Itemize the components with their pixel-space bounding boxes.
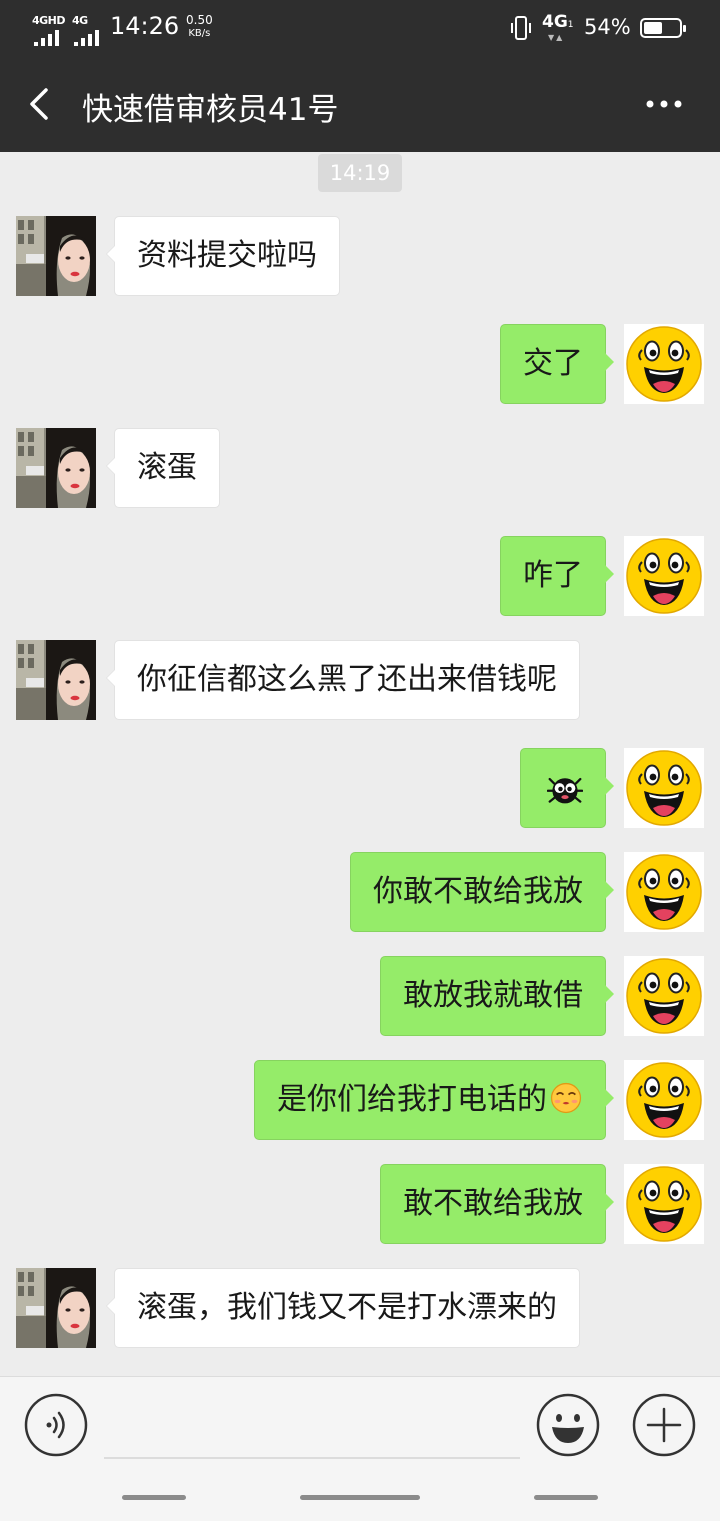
contact-avatar[interactable] — [16, 428, 96, 508]
contact-avatar[interactable] — [16, 1268, 96, 1348]
bug-emoji-icon — [547, 771, 583, 807]
message-bubble[interactable]: 资料提交啦吗 — [106, 216, 340, 296]
message-bubble[interactable]: 交了 — [500, 324, 614, 404]
message-sent: 你敢不敢给我放 — [0, 850, 720, 932]
nav-menu-button[interactable] — [122, 1495, 186, 1500]
network-label: 4G — [542, 12, 568, 32]
sim1-label: 4GHD — [32, 14, 66, 27]
kissing-face-emoji-icon — [549, 1081, 583, 1115]
status-time: 14:26 — [110, 12, 180, 40]
title-bar: 4GHD 4G 14:26 0.50 KB/s 4G1 ▼▲ 54% 快速借审核… — [0, 0, 720, 152]
my-avatar[interactable] — [624, 536, 704, 616]
my-avatar[interactable] — [624, 1060, 704, 1140]
message-sent: 敢不敢给我放 — [0, 1162, 720, 1244]
message-bubble[interactable] — [520, 748, 614, 828]
signal-bars-icon — [34, 30, 64, 46]
message-sent: 咋了 — [0, 534, 720, 616]
battery-icon — [640, 18, 686, 38]
chat-title: 快速借审核员41号 — [82, 92, 339, 128]
chat-timestamp: 14:19 — [318, 154, 402, 192]
status-bar: 4GHD 4G 14:26 0.50 KB/s 4G1 ▼▲ 54% — [0, 0, 720, 56]
input-bar — [0, 1376, 720, 1521]
message-bubble[interactable]: 滚蛋，我们钱又不是打水漂来的 — [106, 1268, 580, 1348]
message-received: 滚蛋 — [0, 426, 720, 508]
speed-unit: KB/s — [188, 28, 211, 39]
message-bubble[interactable]: 是你们给我打电话的 — [254, 1060, 614, 1140]
more-button[interactable] — [636, 86, 692, 122]
message-bubble[interactable]: 你征信都这么黑了还出来借钱呢 — [106, 640, 580, 720]
contact-avatar[interactable] — [16, 640, 96, 720]
speed-value: 0.50 — [186, 13, 213, 27]
message-bubble[interactable]: 敢放我就敢借 — [380, 956, 614, 1036]
battery-percent: 54% — [584, 15, 631, 39]
message-received: 资料提交啦吗 — [0, 214, 720, 296]
my-avatar[interactable] — [624, 748, 704, 828]
message-bubble[interactable]: 咋了 — [500, 536, 614, 616]
message-text: 是你们给我打电话的 — [277, 1082, 547, 1117]
system-nav-bar — [0, 1477, 720, 1521]
message-bubble[interactable]: 滚蛋 — [106, 428, 220, 508]
chat-area[interactable]: 14:19 资料提交啦吗 交了 滚蛋 咋了 你征信都这么黑了还出来借钱呢 你敢不… — [0, 152, 720, 1376]
message-sent: 交了 — [0, 322, 720, 404]
network-speed: 0.50 KB/s — [186, 14, 213, 40]
network-sub: 1 — [567, 20, 574, 30]
my-avatar[interactable] — [624, 324, 704, 404]
data-arrows-icon: ▼▲ — [548, 33, 565, 42]
contact-avatar[interactable] — [16, 216, 96, 296]
sim2-label: 4G — [72, 14, 88, 27]
signal-bars-icon — [74, 30, 104, 46]
message-sent — [0, 746, 720, 828]
vibrate-icon — [511, 16, 531, 40]
my-avatar[interactable] — [624, 852, 704, 932]
voice-button[interactable] — [24, 1393, 88, 1457]
nav-back-button[interactable] — [534, 1495, 598, 1500]
message-received: 你征信都这么黑了还出来借钱呢 — [0, 638, 720, 720]
message-bubble[interactable]: 你敢不敢给我放 — [350, 852, 614, 932]
network-type: 4G1 — [542, 12, 574, 32]
message-received: 滚蛋，我们钱又不是打水漂来的 — [0, 1266, 720, 1348]
emoji-button[interactable] — [536, 1393, 600, 1457]
message-sent: 是你们给我打电话的 — [0, 1058, 720, 1140]
my-avatar[interactable] — [624, 1164, 704, 1244]
message-sent: 敢放我就敢借 — [0, 954, 720, 1036]
message-input[interactable] — [104, 1397, 520, 1459]
my-avatar[interactable] — [624, 956, 704, 1036]
plus-button[interactable] — [632, 1393, 696, 1457]
message-bubble[interactable]: 敢不敢给我放 — [380, 1164, 614, 1244]
battery-fill — [644, 22, 662, 34]
nav-home-button[interactable] — [300, 1495, 420, 1500]
back-button[interactable] — [24, 84, 54, 124]
